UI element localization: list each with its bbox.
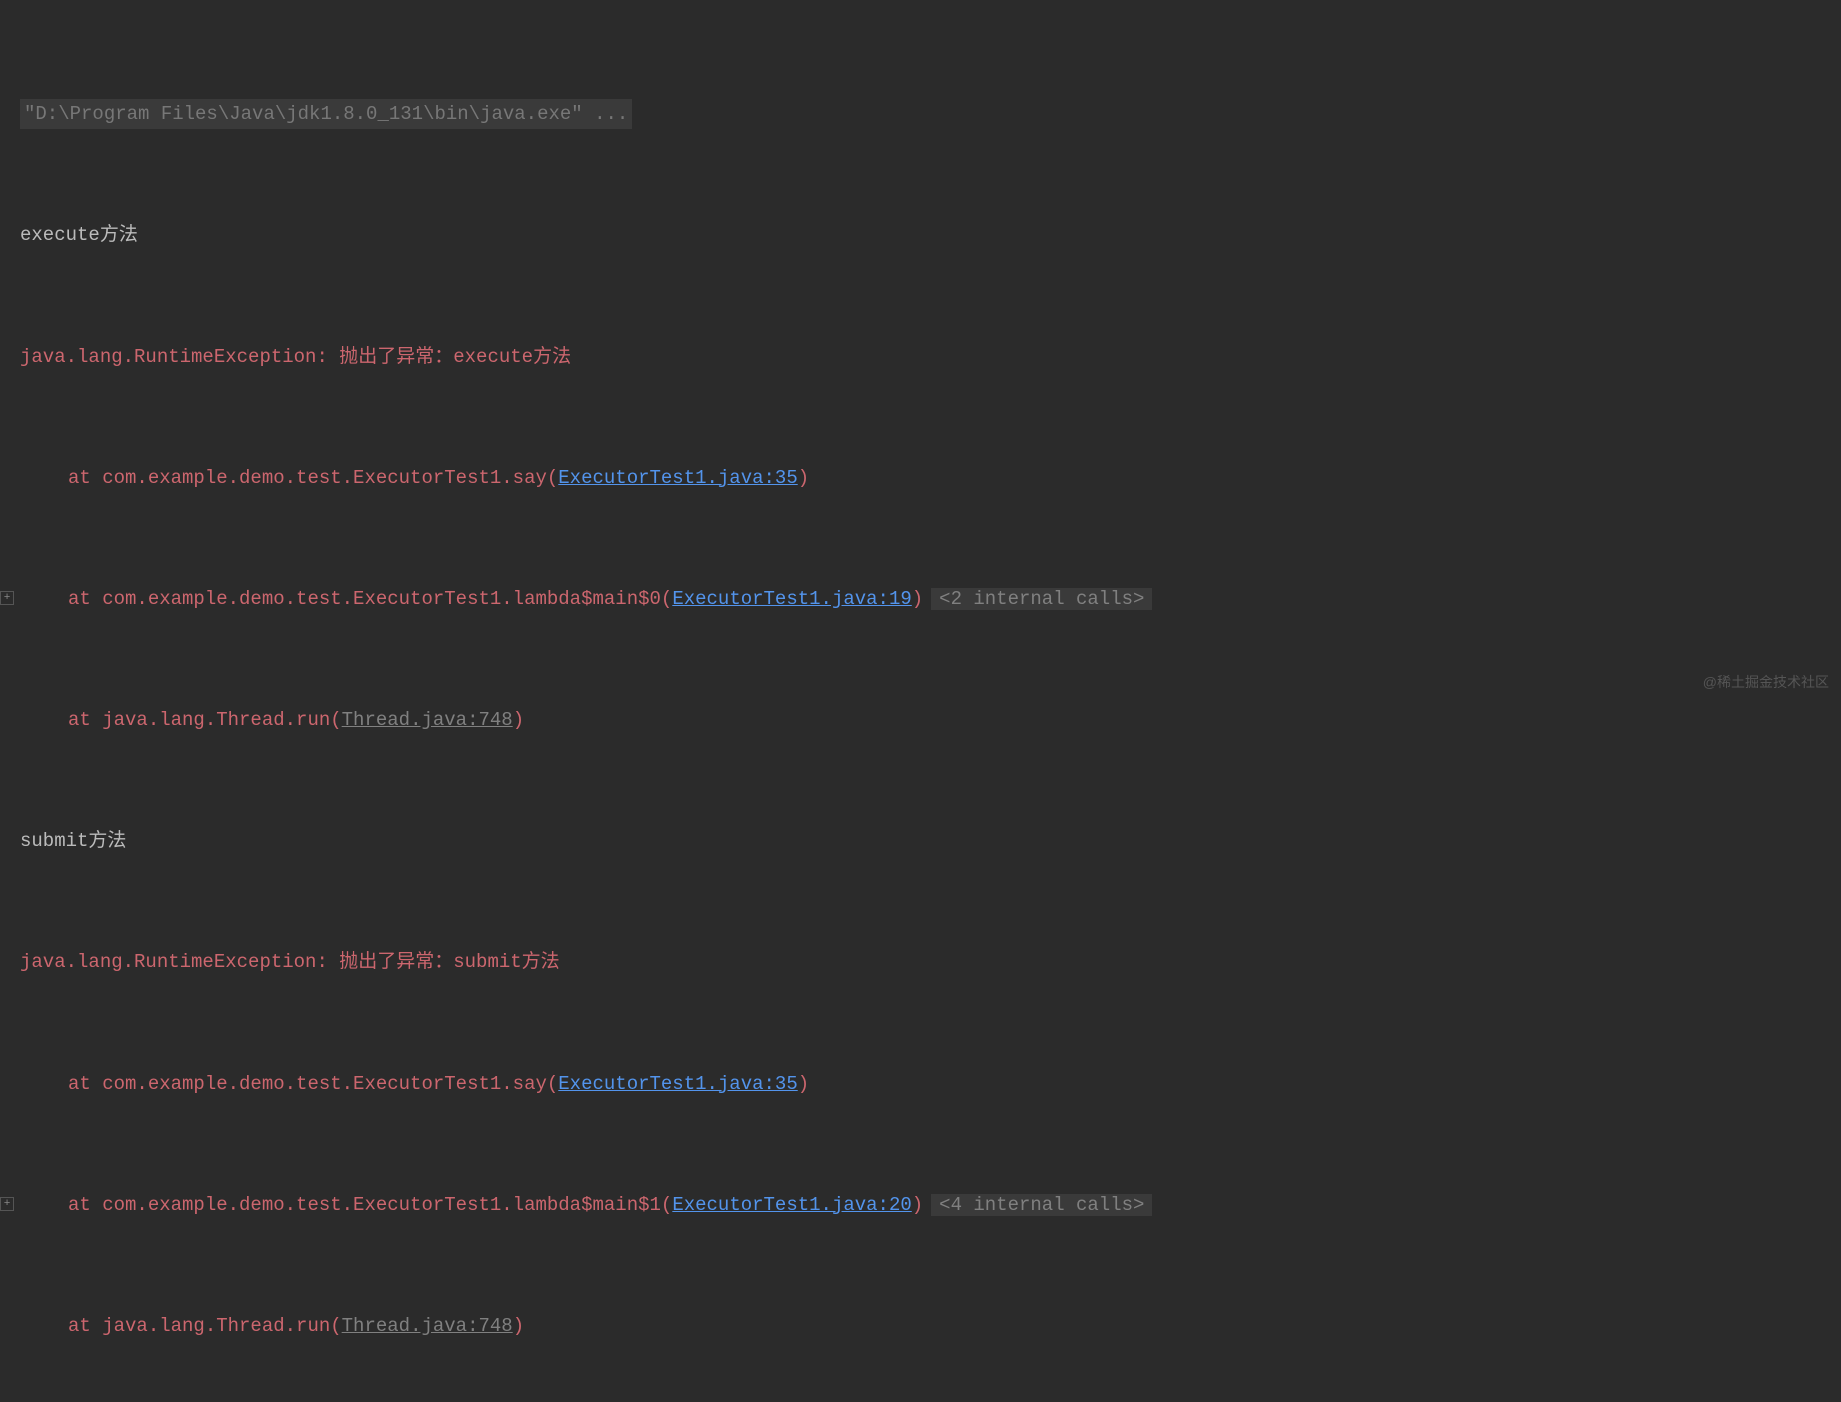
stack-suffix: ) — [798, 467, 809, 489]
internal-calls-badge[interactable]: <2 internal calls> — [931, 588, 1152, 610]
watermark: @稀土掘金技术社区 — [1703, 671, 1829, 693]
stack-frame: at com.example.demo.test.ExecutorTest1.s… — [20, 1069, 1841, 1099]
source-link[interactable]: ExecutorTest1.java:20 — [672, 1194, 911, 1216]
stack-text: at com.example.demo.test.ExecutorTest1.s… — [68, 467, 558, 489]
output-line: execute方法 — [20, 220, 1841, 250]
stack-frame: +at com.example.demo.test.ExecutorTest1.… — [20, 584, 1841, 614]
stack-frame: at com.example.demo.test.ExecutorTest1.s… — [20, 463, 1841, 493]
stack-text: at java.lang.Thread.run( — [68, 1315, 342, 1337]
source-link[interactable]: ExecutorTest1.java:35 — [558, 467, 797, 489]
stack-text: at java.lang.Thread.run( — [68, 709, 342, 731]
source-link[interactable]: ExecutorTest1.java:35 — [558, 1073, 797, 1095]
source-link[interactable]: Thread.java:748 — [342, 709, 513, 731]
java-command: "D:\Program Files\Java\jdk1.8.0_131\bin\… — [20, 99, 632, 129]
stack-suffix: ) — [798, 1073, 809, 1095]
command-line: "D:\Program Files\Java\jdk1.8.0_131\bin\… — [20, 99, 1841, 129]
stack-frame: +at com.example.demo.test.ExecutorTest1.… — [20, 1190, 1841, 1220]
exception-line: java.lang.RuntimeException: 抛出了异常：execut… — [20, 342, 1841, 372]
stack-suffix: ) — [912, 588, 923, 610]
output-line: submit方法 — [20, 826, 1841, 856]
exception-line: java.lang.RuntimeException: 抛出了异常：submit… — [20, 947, 1841, 977]
internal-calls-badge[interactable]: <4 internal calls> — [931, 1194, 1152, 1216]
fold-expand-icon[interactable]: + — [0, 1197, 14, 1211]
stack-text: at com.example.demo.test.ExecutorTest1.l… — [68, 1194, 672, 1216]
console-output: "D:\Program Files\Java\jdk1.8.0_131\bin\… — [0, 0, 1841, 1402]
stack-text: at com.example.demo.test.ExecutorTest1.l… — [68, 588, 672, 610]
stack-frame: at java.lang.Thread.run(Thread.java:748) — [20, 705, 1841, 735]
stack-suffix: ) — [513, 1315, 524, 1337]
stack-suffix: ) — [912, 1194, 923, 1216]
fold-expand-icon[interactable]: + — [0, 591, 14, 605]
source-link[interactable]: ExecutorTest1.java:19 — [672, 588, 911, 610]
stack-suffix: ) — [513, 709, 524, 731]
stack-frame: at java.lang.Thread.run(Thread.java:748) — [20, 1311, 1841, 1341]
source-link[interactable]: Thread.java:748 — [342, 1315, 513, 1337]
stack-text: at com.example.demo.test.ExecutorTest1.s… — [68, 1073, 558, 1095]
